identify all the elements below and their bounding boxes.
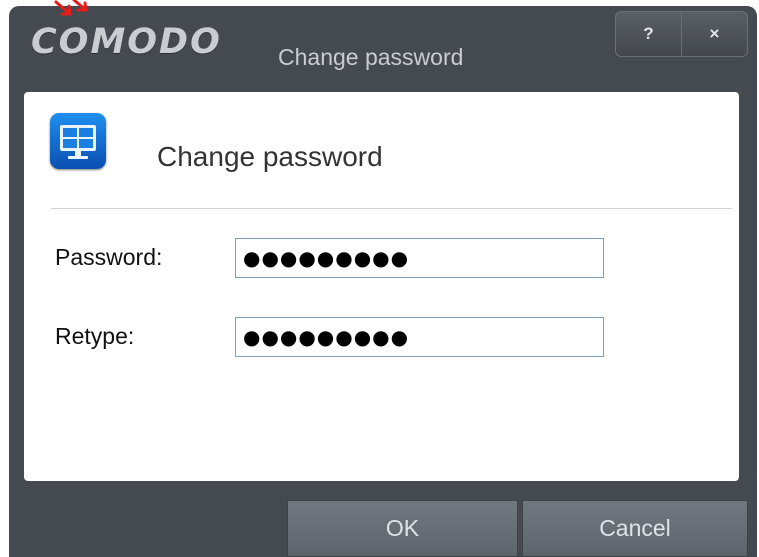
dialog-content: Change password Password: ●●●●●●●●● Rety… xyxy=(24,92,739,481)
title-bar[interactable]: COMODO Change password ? × xyxy=(9,6,757,90)
close-button[interactable]: × xyxy=(681,12,747,56)
password-label: Password: xyxy=(55,244,163,270)
retype-field[interactable]: ●●●●●●●●● xyxy=(235,317,604,357)
header-title: Change password xyxy=(157,141,383,172)
cancel-button[interactable]: Cancel xyxy=(522,500,748,557)
password-field[interactable]: ●●●●●●●●● xyxy=(235,238,604,278)
monitor-icon xyxy=(50,113,106,169)
divider xyxy=(51,208,732,209)
annotation-arrow xyxy=(54,0,88,16)
window-controls: ? × xyxy=(615,11,748,57)
retype-label: Retype: xyxy=(55,323,135,349)
ok-button[interactable]: OK xyxy=(287,500,518,557)
comodo-logo: COMODO xyxy=(31,22,222,62)
change-password-dialog: COMODO Change password ? × Change passwo… xyxy=(9,6,757,557)
help-button[interactable]: ? xyxy=(616,12,681,56)
window-title: Change password xyxy=(278,44,464,70)
